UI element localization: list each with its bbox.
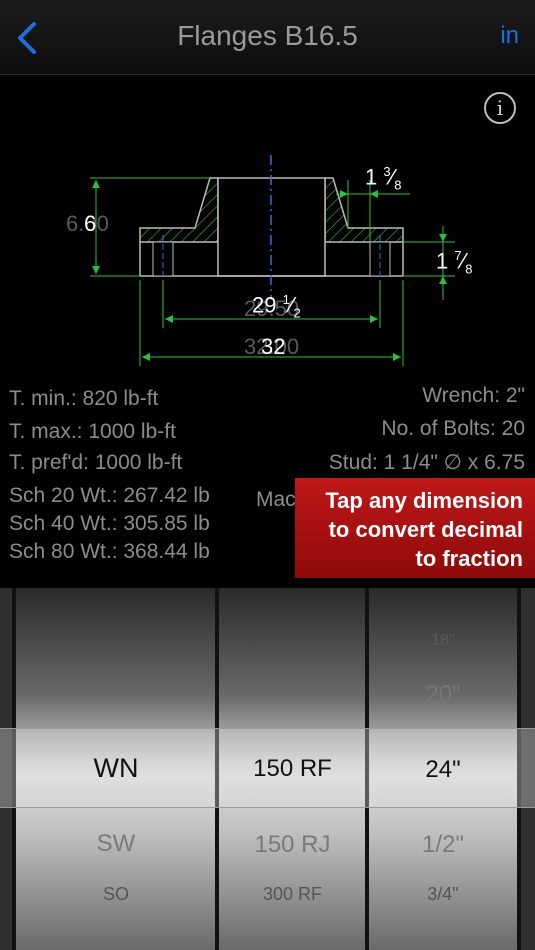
type-selected[interactable]: WN <box>16 753 216 784</box>
nav-bar: Flanges B16.5 in <box>0 0 535 75</box>
flange-picker[interactable]: WN SW SO 150 RF 150 RJ 300 RF 18" 20" 24… <box>0 588 535 950</box>
units-button[interactable]: in <box>500 22 519 50</box>
torque-min: T. min.: 820 lb-ft <box>9 387 159 410</box>
size-option[interactable]: 18" <box>369 632 517 650</box>
page-title: Flanges B16.5 <box>177 20 358 51</box>
bolt-count: No. of Bolts: 20 <box>381 417 525 440</box>
stud-size: Stud: 1 1/4" ∅ x 6.75 <box>328 451 525 474</box>
class-option[interactable]: 300 RF <box>219 884 366 905</box>
wrench-size: Wrench: 2" <box>422 384 525 407</box>
dimension-od[interactable]: 32 <box>261 334 285 360</box>
dimension-thickness[interactable]: 1 7⁄8 <box>436 248 473 277</box>
dimension-hub[interactable]: 1 3⁄8 <box>365 164 402 193</box>
size-option[interactable]: 3/4" <box>369 884 517 905</box>
size-option[interactable]: 1/2" <box>369 831 517 859</box>
info-icon[interactable]: i <box>484 92 516 124</box>
torque-max: T. max.: 1000 lb-ft <box>9 420 176 443</box>
class-selected[interactable]: 150 RF <box>219 755 366 783</box>
sch80-weight: Sch 80 Wt.: 368.44 lb <box>9 540 210 563</box>
dimension-bolt-circle[interactable]: 29 1⁄2 <box>252 292 301 321</box>
type-option[interactable]: SO <box>16 884 216 905</box>
class-option[interactable]: 150 RJ <box>219 831 366 859</box>
size-selected[interactable]: 24" <box>369 756 517 784</box>
sch20-weight: Sch 20 Wt.: 267.42 lb <box>9 484 210 507</box>
dimension-height[interactable]: 6 <box>84 211 96 237</box>
size-option[interactable]: 20" <box>369 681 517 709</box>
sch40-weight: Sch 40 Wt.: 305.85 lb <box>9 512 210 535</box>
convert-hint-tooltip[interactable]: Tap any dimension to convert decimal to … <box>295 478 535 578</box>
torque-preferred: T. pref'd: 1000 lb-ft <box>9 451 183 474</box>
type-option[interactable]: SW <box>16 830 216 858</box>
